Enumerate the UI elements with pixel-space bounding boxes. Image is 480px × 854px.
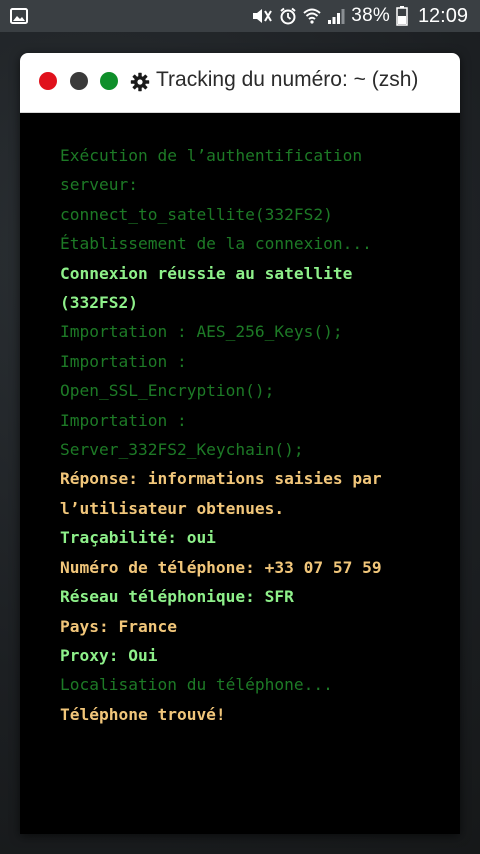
- clock: 12:09: [417, 4, 468, 27]
- close-button[interactable]: [39, 72, 57, 90]
- image-icon: [10, 7, 28, 25]
- terminal-line: Connexion réussie au satellite: [60, 263, 353, 283]
- signal-icon: [327, 7, 345, 25]
- window-title: Tracking du numéro: ~ (zsh): [156, 68, 419, 91]
- terminal-line: Réseau téléphonique: SFR: [60, 587, 294, 607]
- maximize-button[interactable]: [100, 72, 118, 90]
- wifi-icon: [303, 7, 321, 25]
- terminal-line: connect_to_satellite(332FS2): [60, 204, 333, 224]
- terminal-line: l’utilisateur obtenues.: [60, 498, 285, 518]
- terminal-output: Exécution de l’authentification serveur: c…: [60, 141, 444, 729]
- status-icons: 38% 12:09: [251, 4, 468, 28]
- terminal-line: serveur:: [60, 175, 138, 195]
- terminal-line: Établissement de la connexion...: [60, 234, 372, 254]
- terminal-line: Importation :: [60, 410, 187, 430]
- battery-percent: 38%: [351, 5, 390, 26]
- mute-icon: [251, 7, 273, 25]
- terminal-line: Téléphone trouvé!: [60, 704, 226, 724]
- alarm-icon: [279, 7, 297, 25]
- minimize-button[interactable]: [70, 72, 88, 90]
- terminal-line: Open_SSL_Encryption();: [60, 381, 275, 401]
- terminal-line: Traçabilité: oui: [60, 528, 216, 548]
- terminal-line: Importation :: [60, 351, 187, 371]
- terminal-line: Réponse: informations saisies par: [60, 469, 382, 489]
- terminal-line: (332FS2): [60, 293, 138, 313]
- status-bar: 38% 12:09: [0, 0, 480, 32]
- window-titlebar: Tracking du numéro: ~ (zsh): [20, 53, 460, 113]
- terminal-line: Importation : AES_256_Keys();: [60, 322, 343, 342]
- terminal-line: Numéro de téléphone: +33 07 57 59: [60, 557, 382, 577]
- battery-icon: [396, 6, 408, 26]
- terminal-window: Tracking du numéro: ~ (zsh) Exécution de…: [20, 53, 460, 834]
- terminal-line: Exécution de l’authentification: [60, 146, 363, 165]
- terminal-line: Server_332FS2_Keychain();: [60, 440, 304, 460]
- terminal-line: Proxy: Oui: [60, 645, 158, 665]
- gear-icon[interactable]: [130, 72, 150, 92]
- terminal-line: Pays: France: [60, 616, 177, 636]
- phone-screen: 38% 12:09 Tracking du numéro: ~ (zsh) Ex…: [0, 0, 480, 854]
- terminal-line: Localisation du téléphone...: [60, 675, 333, 695]
